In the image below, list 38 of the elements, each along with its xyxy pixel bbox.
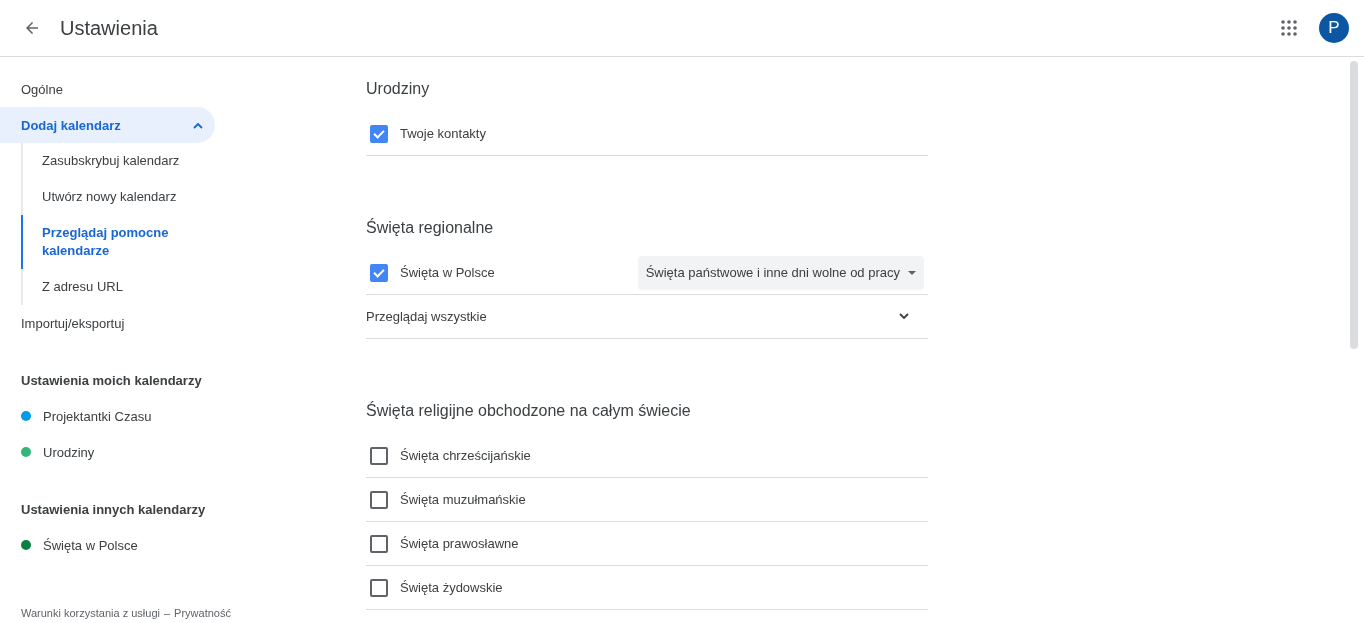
calendar-name[interactable]: Święta w Polsce	[43, 537, 138, 553]
checkbox[interactable]	[370, 263, 388, 282]
checkbox-label: Święta muzułmańskie	[400, 492, 527, 507]
expander-label[interactable]: Przeglądaj wszystkie	[366, 309, 899, 324]
checkbox-label: Święta żydowskie	[400, 580, 504, 595]
terms-link[interactable]: Warunki korzystania z usługi	[21, 607, 160, 619]
sidebar-subitem[interactable]: Zasubskrybuj kalendarz	[21, 143, 202, 179]
calendar-name[interactable]: Urodziny	[43, 444, 95, 460]
checkbox-label: Twoje kontakty	[400, 126, 487, 141]
checkbox-label: Święta chrześcijańskie	[400, 448, 532, 463]
sidebar-subitem[interactable]: Przeglądaj pomocne kalendarze	[21, 215, 202, 269]
sidebar-item[interactable]: Dodaj kalendarz	[0, 107, 215, 143]
dropdown-caret-icon	[908, 270, 916, 275]
chevron-icon	[193, 121, 203, 129]
account-avatar[interactable]: P	[1319, 13, 1349, 43]
privacy-link[interactable]: Prywatność	[174, 607, 231, 619]
sidebar-item[interactable]: Ogólne	[0, 71, 215, 107]
sidebar-item[interactable]: Importuj/eksportuj	[0, 305, 215, 341]
dropdown[interactable]: Święta państwowe i inne dni wolne od pracy	[637, 255, 924, 290]
section-title: Urodziny	[366, 79, 431, 99]
calendar-name[interactable]: Projektantki Czasu	[43, 408, 152, 424]
checkbox[interactable]	[370, 124, 388, 143]
sidebar-subitem[interactable]: Utwórz nowy kalendarz	[21, 179, 202, 215]
checkbox[interactable]	[370, 534, 388, 553]
checkbox[interactable]	[370, 446, 388, 465]
sidebar-heading: Ustawienia moich kalendarzy	[20, 371, 203, 390]
section-title: Święta religijne obchodzone na całym świecie	[366, 401, 692, 421]
page-title: Ustawienia	[60, 16, 159, 40]
sidebar-heading: Ustawienia innych kalendarzy	[20, 500, 207, 519]
separator-text: –	[164, 607, 171, 619]
sidebar-subitem[interactable]: Z adresu URL	[21, 269, 202, 305]
checkbox-label: Święta w Polsce	[400, 265, 496, 280]
checkbox-label: Święta prawosławne	[400, 536, 520, 551]
chevron-icon[interactable]	[899, 313, 909, 320]
checkbox[interactable]	[370, 578, 388, 597]
section-title: Święta regionalne	[366, 218, 495, 238]
scrollbar-thumb[interactable]	[1350, 61, 1358, 349]
checkbox[interactable]	[370, 490, 388, 509]
